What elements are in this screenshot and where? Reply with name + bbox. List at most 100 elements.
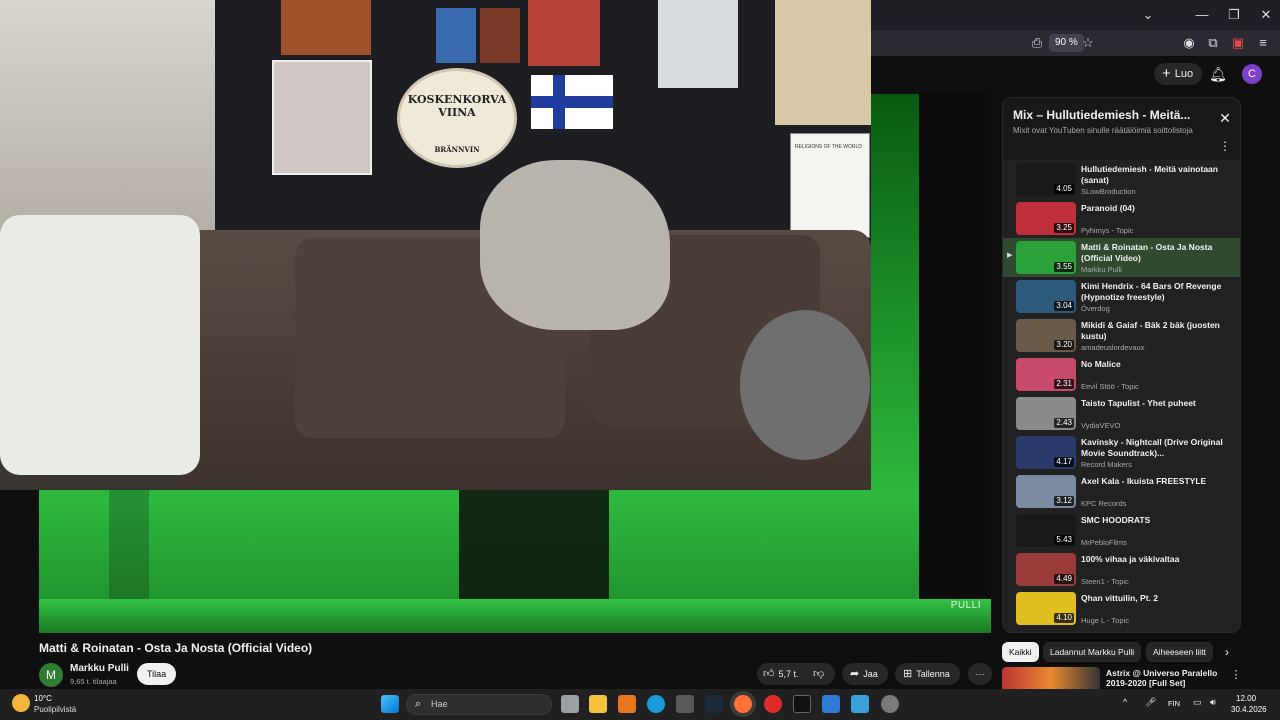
addon-icon[interactable]: ▣ xyxy=(1229,34,1247,52)
start-icon[interactable] xyxy=(381,695,399,713)
firefox-icon[interactable] xyxy=(734,695,752,713)
playlist-item-duration: 2.43 xyxy=(1054,418,1074,428)
playlist-item-title[interactable]: Taisto Tapulist - Yhet puheet xyxy=(1081,398,1231,409)
recommended-thumbnail[interactable] xyxy=(1002,667,1100,689)
photos-icon[interactable] xyxy=(822,695,840,713)
playlist-item[interactable]: 4.05 Hullutiedemiesh - Meitä vainotaan (s… xyxy=(1003,160,1240,199)
playlist-item[interactable]: 2.43 Taisto Tapulist - Yhet puheet VydiaVE… xyxy=(1003,394,1240,433)
playlist-item-title[interactable]: No Malice xyxy=(1081,359,1231,370)
tray-chevron-icon[interactable]: ^ xyxy=(1123,697,1127,707)
chevron-right-icon[interactable]: › xyxy=(1219,644,1235,660)
playlist-item-title[interactable]: 100% vihaa ja väkivaltaa xyxy=(1081,554,1231,565)
playlist-title[interactable]: Mix – Hullutiedemiesh - Meitä... xyxy=(1013,108,1198,122)
reader-mode-icon[interactable]: ⎙ xyxy=(1028,34,1046,52)
playlist-item-channel: Record Makers xyxy=(1081,460,1132,469)
network-icon[interactable]: ▭ xyxy=(1193,697,1202,708)
task-view-icon[interactable] xyxy=(561,695,579,713)
playlist-item-title[interactable]: Matti & Roinatan - Osta Ja Nosta (Offici… xyxy=(1081,242,1231,264)
playlist-item[interactable]: 2.31 No Malice Eevil Stöö - Topic xyxy=(1003,355,1240,394)
playlist-item-title[interactable]: Qhan vittuilin, Pt. 2 xyxy=(1081,593,1231,604)
account-icon[interactable]: ◉ xyxy=(1180,34,1198,52)
playlist-item[interactable]: 3.04 Kimi Hendrix - 64 Bars Of Revenge (H… xyxy=(1003,277,1240,316)
playlist-item-thumbnail[interactable]: 3.55 xyxy=(1016,241,1076,274)
clock-date[interactable]: 30.4.2026 xyxy=(1231,705,1267,714)
playlist-item[interactable]: 4.10 Qhan vittuilin, Pt. 2 Huge L - Topic xyxy=(1003,589,1240,628)
playlist-item[interactable]: 3.20 Mikidi & Gaiaf - Bäk 2 bäk (juosten … xyxy=(1003,316,1240,355)
settings-gear-icon[interactable] xyxy=(881,695,899,713)
playlist-item[interactable]: 5.43 SMC HOODRATS MrPebloFilms xyxy=(1003,511,1240,550)
bookmark-star-icon[interactable]: ☆ xyxy=(1079,34,1097,52)
taskbar-search[interactable]: ⌕ Hae xyxy=(406,694,552,715)
weather-temperature[interactable]: 10°C xyxy=(34,694,52,703)
steam-icon[interactable] xyxy=(705,695,723,713)
channel-name[interactable]: Markku Pulli xyxy=(70,663,129,674)
playlist-item-thumbnail[interactable]: 2.43 xyxy=(1016,397,1076,430)
playlist-item-thumbnail[interactable]: 2.31 xyxy=(1016,358,1076,391)
edge-icon[interactable] xyxy=(647,695,665,713)
create-button[interactable]: + Luo xyxy=(1154,63,1203,85)
maximize-button[interactable]: ❐ xyxy=(1225,6,1243,24)
playlist-item-title[interactable]: Kavinsky - Nightcall (Drive Original Mov… xyxy=(1081,437,1231,459)
opera-icon[interactable] xyxy=(764,695,782,713)
chip-uploaded-by[interactable]: Ladannut Markku Pulli xyxy=(1043,642,1142,662)
playlist-item[interactable]: 4.49 100% vihaa ja väkivaltaa Steen1 - Top… xyxy=(1003,550,1240,589)
file-explorer-icon[interactable] xyxy=(589,695,607,713)
playlist-item-title[interactable]: SMC HOODRATS xyxy=(1081,515,1231,526)
playlist-item-thumbnail[interactable]: 3.20 xyxy=(1016,319,1076,352)
more-vert-icon[interactable]: ⋮ xyxy=(1230,668,1242,682)
playlist-item-thumbnail[interactable]: 3.04 xyxy=(1016,280,1076,313)
close-window-button[interactable]: ✕ xyxy=(1257,6,1275,24)
playlist-item[interactable]: 3.25 Paranoid (04) Pyhimys - Topic xyxy=(1003,199,1240,238)
dislike-icon[interactable]: 👎︎ xyxy=(813,663,824,685)
extensions-icon[interactable]: ⧉ xyxy=(1204,34,1222,52)
channel-avatar[interactable]: M xyxy=(39,663,63,687)
volume-icon[interactable]: 🔊︎ xyxy=(1210,697,1216,708)
playlist-item[interactable]: 4.17 Kavinsky - Nightcall (Drive Original… xyxy=(1003,433,1240,472)
share-button[interactable]: ➦ Jaa xyxy=(842,663,888,685)
plus-icon: + xyxy=(1162,65,1171,82)
playlist-item-title[interactable]: Axel Kala - Ikuista FREESTYLE xyxy=(1081,476,1231,487)
playlist-item-thumbnail[interactable]: 4.05 xyxy=(1016,163,1076,196)
playlist-item-title[interactable]: Kimi Hendrix - 64 Bars Of Revenge (Hypno… xyxy=(1081,281,1231,303)
playlist-item-thumbnail[interactable]: 4.49 xyxy=(1016,553,1076,586)
chip-all[interactable]: Kaikki xyxy=(1002,642,1039,662)
playlist-item-thumbnail[interactable]: 4.10 xyxy=(1016,592,1076,625)
close-icon[interactable]: ✕ xyxy=(1217,110,1233,126)
playlist-item[interactable]: ▶ 3.55 Matti & Roinatan - Osta Ja Nosta (O… xyxy=(1003,238,1240,277)
clock-time[interactable]: 12.00 xyxy=(1236,694,1256,703)
user-avatar[interactable]: C xyxy=(1242,64,1262,84)
search-icon: ⌕ xyxy=(415,698,422,710)
share-label: Jaa xyxy=(863,669,878,679)
recommended-title[interactable]: Astrix @ Universo Paralello 2019-2020 [F… xyxy=(1106,668,1224,688)
like-icon[interactable]: 👍︎ xyxy=(763,668,775,680)
more-actions-button[interactable]: ··· xyxy=(968,663,992,685)
app-icon[interactable] xyxy=(851,695,869,713)
subscribe-button[interactable]: Tilaa xyxy=(137,663,177,685)
language-indicator[interactable]: FIN xyxy=(1168,699,1180,708)
playlist-item-title[interactable]: Mikidi & Gaiaf - Bäk 2 bäk (juosten kust… xyxy=(1081,320,1231,342)
terminal-icon[interactable] xyxy=(793,695,811,713)
playlist-item-thumbnail[interactable]: 3.12 xyxy=(1016,475,1076,508)
playlist-item[interactable]: 3.12 Axel Kala - Ikuista FREESTYLE KPC Rec… xyxy=(1003,472,1240,511)
like-count[interactable]: 5,7 t. xyxy=(779,669,799,679)
playlist-item-thumbnail[interactable]: 5.43 xyxy=(1016,514,1076,547)
playlist-item-thumbnail[interactable]: 4.17 xyxy=(1016,436,1076,469)
vlc-icon[interactable] xyxy=(618,695,636,713)
playlist-item-title[interactable]: Paranoid (04) xyxy=(1081,203,1231,214)
store-icon[interactable] xyxy=(676,695,694,713)
weather-icon[interactable] xyxy=(12,694,30,712)
playlist-item-channel: Eevil Stöö - Topic xyxy=(1081,382,1139,391)
playlist-item-thumbnail[interactable]: 3.25 xyxy=(1016,202,1076,235)
save-button[interactable]: ⊞ Tallenna xyxy=(895,663,960,685)
playlist-item-duration: 3.55 xyxy=(1054,262,1074,272)
playlist-item-title[interactable]: Hullutiedemiesh - Meitä vainotaan (sanat… xyxy=(1081,164,1231,186)
tab-list-icon[interactable]: ⌄ xyxy=(1139,6,1157,24)
poster xyxy=(272,60,372,175)
more-vert-icon[interactable]: ⋮ xyxy=(1217,138,1233,154)
weather-description[interactable]: Puolipilvistä xyxy=(34,705,76,714)
chip-related[interactable]: Aiheeseen liitt xyxy=(1146,642,1213,662)
minimize-button[interactable]: — xyxy=(1193,6,1211,24)
menu-icon[interactable]: ≡ xyxy=(1254,34,1272,52)
notifications-bell-icon[interactable]: 🔔︎ xyxy=(1208,64,1228,84)
microphone-icon[interactable]: 🎤︎ xyxy=(1145,697,1156,708)
